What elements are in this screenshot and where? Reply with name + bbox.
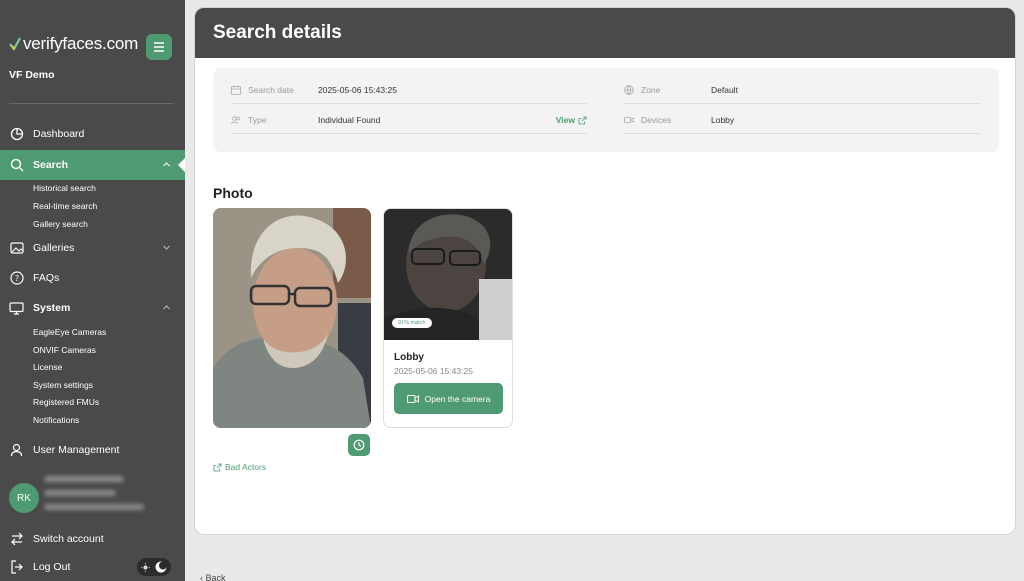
page-title: Search details [213, 22, 342, 43]
sidebar-divider [9, 103, 173, 104]
logo-check-icon [9, 37, 21, 51]
switch-account-button[interactable]: Switch account [0, 524, 185, 554]
sidebar-item-label: Galleries [33, 242, 75, 254]
search-details-box: Search date 2025-05-06 15:43:25 Type Ind… [213, 68, 999, 152]
redacted-text [44, 476, 124, 482]
user-icon [9, 443, 24, 458]
video-camera-icon [624, 116, 634, 123]
type-label: Type [248, 114, 267, 125]
match-percent-badge: 91% match [392, 318, 432, 328]
chevron-up-icon [163, 305, 170, 310]
sidebar-item-galleries[interactable]: Galleries [0, 233, 185, 263]
devices-value: Lobby [711, 114, 735, 125]
search-icon [9, 158, 24, 173]
field-devices: Devices Lobby [624, 106, 980, 134]
back-link[interactable]: ‹ Back [200, 573, 226, 581]
menu-toggle-button[interactable] [146, 34, 172, 60]
view-link[interactable]: View [556, 115, 587, 125]
sun-icon [141, 562, 150, 572]
history-button[interactable] [348, 434, 370, 456]
open-camera-label: Open the camera [424, 393, 491, 404]
field-zone: Zone Default [624, 76, 980, 104]
clock-icon [353, 439, 365, 451]
svg-text:?: ? [14, 274, 18, 283]
sidebar-subitem-registered-fmus[interactable]: Registered FMUs [33, 397, 99, 407]
image-icon [9, 241, 24, 256]
logout-icon [9, 560, 24, 575]
sidebar-item-label: Search [33, 159, 69, 171]
hamburger-icon [154, 42, 164, 52]
sidebar-subitem-notifications[interactable]: Notifications [33, 415, 79, 425]
redacted-text [44, 504, 144, 510]
sidebar-item-label: User Management [33, 444, 120, 456]
chevron-down-icon [163, 245, 170, 250]
swap-arrows-icon [9, 532, 24, 547]
sidebar-item-label: FAQs [33, 272, 60, 284]
redacted-text [44, 490, 116, 496]
zone-value: Default [711, 84, 738, 95]
active-indicator [178, 158, 185, 172]
pie-chart-icon [9, 127, 24, 142]
search-date-label: Search date [248, 84, 294, 95]
field-search-date: Search date 2025-05-06 15:43:25 [231, 76, 587, 104]
bad-actors-label: Bad Actors [225, 462, 267, 472]
type-value: Individual Found [318, 114, 381, 125]
user-profile[interactable]: RK [9, 483, 39, 513]
users-icon [231, 115, 240, 124]
devices-label: Devices [641, 114, 672, 125]
field-type: Type Individual Found View [231, 106, 587, 134]
help-circle-icon: ? [9, 271, 24, 286]
sidebar-item-user-management[interactable]: User Management [0, 435, 185, 465]
sidebar-subitem-system-settings[interactable]: System settings [33, 380, 93, 390]
video-camera-icon [406, 394, 419, 403]
sidebar-subitem-license[interactable]: License [33, 362, 62, 372]
org-name: VF Demo [9, 69, 55, 81]
bad-actors-link[interactable]: Bad Actors [213, 462, 266, 472]
search-details-panel: Search details Search date 2025-05-06 15… [194, 7, 1016, 535]
match-location: Lobby [394, 352, 424, 363]
match-image[interactable]: 91% match [384, 209, 512, 340]
sidebar-subitem-onvif-cameras[interactable]: ONVIF Cameras [33, 345, 96, 355]
view-link-label: View [555, 115, 575, 125]
page-header: Search details [195, 8, 1015, 58]
sidebar-subitem-eagleeye-cameras[interactable]: EagleEye Cameras [33, 327, 106, 337]
sidebar-subitem-historical-search[interactable]: Historical search [33, 183, 96, 193]
theme-toggle[interactable] [137, 558, 171, 576]
monitor-icon [9, 301, 24, 316]
zone-label: Zone [641, 84, 661, 95]
sidebar-item-label: System [33, 302, 71, 314]
logout-label: Log Out [33, 561, 71, 573]
search-photo[interactable] [213, 208, 371, 428]
match-timestamp: 2025-05-06 15:43:25 [394, 366, 473, 376]
globe-icon [624, 84, 634, 95]
sidebar-item-label: Dashboard [33, 128, 85, 140]
calendar-icon [231, 85, 241, 95]
sidebar-item-search[interactable]: Search [0, 150, 185, 180]
brand-name: verifyfaces.com [23, 34, 139, 53]
sidebar-item-dashboard[interactable]: Dashboard [0, 119, 185, 149]
sidebar-subitem-realtime-search[interactable]: Real-time search [33, 201, 97, 211]
external-link-icon [213, 463, 222, 471]
switch-account-label: Switch account [33, 533, 104, 545]
face-photo [213, 208, 371, 428]
sidebar: verifyfaces.com VF Demo Dashboard Search… [0, 0, 185, 581]
sidebar-item-faqs[interactable]: ? FAQs [0, 263, 185, 293]
brand-logo[interactable]: verifyfaces.com [9, 34, 138, 54]
sidebar-item-system[interactable]: System [0, 293, 185, 323]
back-label: Back [205, 573, 226, 581]
search-date-value: 2025-05-06 15:43:25 [318, 84, 397, 95]
open-camera-button[interactable]: Open the camera [394, 383, 503, 414]
photo-section-title: Photo [213, 185, 253, 201]
sidebar-subitem-gallery-search[interactable]: Gallery search [33, 219, 88, 229]
moon-icon [155, 561, 167, 573]
match-result-card: 91% match Lobby 2025-05-06 15:43:25 Open… [383, 208, 513, 428]
avatar: RK [9, 483, 39, 513]
external-link-icon [578, 116, 587, 124]
chevron-up-icon [163, 162, 170, 167]
